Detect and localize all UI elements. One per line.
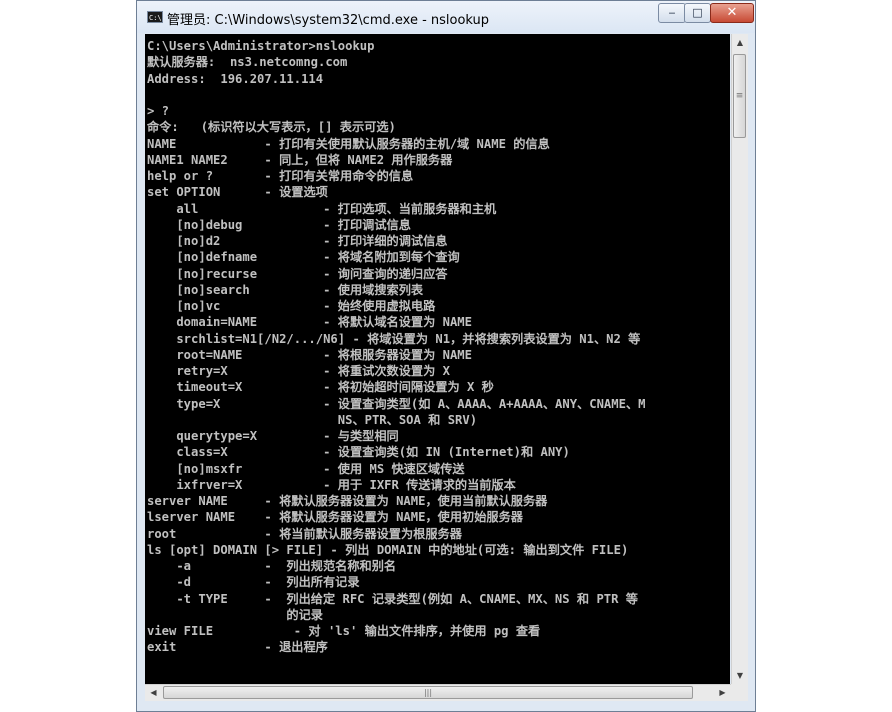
- console-line: view FILE - 对 'ls' 输出文件排序，并使用 pg 查看: [147, 624, 541, 638]
- console-line: Address: 196.207.11.114: [147, 71, 324, 86]
- maximize-button[interactable]: □: [684, 3, 711, 23]
- console-text: C:\Users\Administrator>nslookup 默认服务器: ns…: [145, 34, 730, 684]
- console-line: -d - 列出所有记录: [147, 575, 360, 590]
- console-line: [no]msxfr - 使用 MS 快速区域传送: [147, 461, 465, 476]
- console-line: [no]debug - 打印调试信息: [147, 217, 411, 232]
- console-line: ls [opt] DOMAIN [> FILE] - 列出 DOMAIN 中的地…: [147, 542, 629, 557]
- console-line: [no]defname - 将域名附加到每个查询: [147, 250, 460, 265]
- console-line: exit - 退出程序: [147, 640, 328, 655]
- window-title: 管理员: C:\Windows\system32\cmd.exe - nsloo…: [167, 13, 490, 28]
- console-line: root=NAME - 将根服务器设置为 NAME: [147, 347, 472, 362]
- console-line: 默认服务器: ns3.netcomng.com: [147, 55, 348, 70]
- console-line: NAME1 NAME2 - 同上，但将 NAME2 用作服务器: [147, 152, 453, 167]
- close-button[interactable]: ✕: [710, 3, 754, 23]
- console-line: help or ? - 打印有关常用命令的信息: [147, 169, 414, 183]
- console-line: ixfrver=X - 用于 IXFR 传送请求的当前版本: [147, 477, 516, 492]
- console-line: [no]search - 使用域搜索列表: [147, 282, 424, 297]
- console-line: -a - 列出规范名称和别名: [147, 559, 397, 573]
- console-line: [no]vc - 始终使用虚拟电路: [147, 299, 436, 313]
- console-line: server NAME - 将默认服务器设置为 NAME，使用当前默认服务器: [147, 494, 548, 508]
- console-line: NAME - 打印有关使用默认服务器的主机/域 NAME 的信息: [147, 136, 550, 151]
- console-line: lserver NAME - 将默认服务器设置为 NAME，使用初始服务器: [147, 510, 523, 525]
- scroll-right-arrow-icon[interactable]: ▶: [714, 685, 731, 701]
- console-line: 命令: (标识符以大写表示，[] 表示可选): [147, 120, 396, 135]
- vertical-scrollbar[interactable]: ▲ ≡ ▼: [731, 34, 748, 684]
- console-line: [no]d2 - 打印详细的调试信息: [147, 234, 448, 248]
- console-line: class=X - 设置查询类(如 IN (Internet)和 ANY): [147, 445, 570, 460]
- title-bar[interactable]: C:\ 管理员: C:\Windows\system32\cmd.exe - n…: [137, 1, 755, 33]
- console-line: -t TYPE - 列出给定 RFC 记录类型(例如 A、CNAME、MX、NS…: [147, 591, 638, 606]
- console-line: C:\Users\Administrator>nslookup: [147, 39, 375, 53]
- console-line: NS、PTR、SOA 和 SRV): [147, 412, 478, 427]
- console-line: domain=NAME - 将默认域名设置为 NAME: [147, 315, 472, 330]
- console-line: querytype=X - 与类型相同: [147, 429, 399, 443]
- resize-grip[interactable]: [731, 684, 748, 701]
- cmd-app-icon[interactable]: C:\: [147, 11, 163, 23]
- console-output[interactable]: C:\Users\Administrator>nslookup 默认服务器: ns…: [145, 34, 730, 684]
- console-line: root - 将当前默认服务器设置为根服务器: [147, 526, 462, 541]
- scroll-grip-icon: ≡: [735, 91, 744, 101]
- console-line: retry=X - 将重试次数设置为 X: [147, 364, 450, 378]
- console-line: all - 打印选项、当前服务器和主机: [147, 201, 497, 216]
- minimize-button[interactable]: ‒: [658, 3, 686, 23]
- console-line: timeout=X - 将初始超时间隔设置为 X 秒: [147, 380, 494, 395]
- scroll-left-arrow-icon[interactable]: ◀: [145, 685, 162, 701]
- console-line: > ?: [147, 104, 170, 118]
- console-line: set OPTION - 设置选项: [147, 185, 328, 200]
- cmd-window: C:\ 管理员: C:\Windows\system32\cmd.exe - n…: [136, 0, 756, 712]
- scroll-down-arrow-icon[interactable]: ▼: [732, 667, 748, 684]
- horizontal-scrollbar[interactable]: ◀ ||| ▶: [145, 684, 731, 701]
- console-line: type=X - 设置查询类型(如 A、AAAA、A+AAAA、ANY、CNAM…: [147, 396, 646, 411]
- console-line: [no]recurse - 询问查询的递归应答: [147, 266, 448, 281]
- vertical-scroll-thumb[interactable]: ≡: [733, 54, 746, 138]
- console-line: srchlist=N1[/N2/.../N6] - 将域设置为 N1，并将搜索列…: [147, 331, 641, 346]
- horizontal-scroll-thumb[interactable]: |||: [163, 686, 693, 699]
- console-line: 的记录: [147, 607, 323, 622]
- scroll-up-arrow-icon[interactable]: ▲: [732, 34, 748, 51]
